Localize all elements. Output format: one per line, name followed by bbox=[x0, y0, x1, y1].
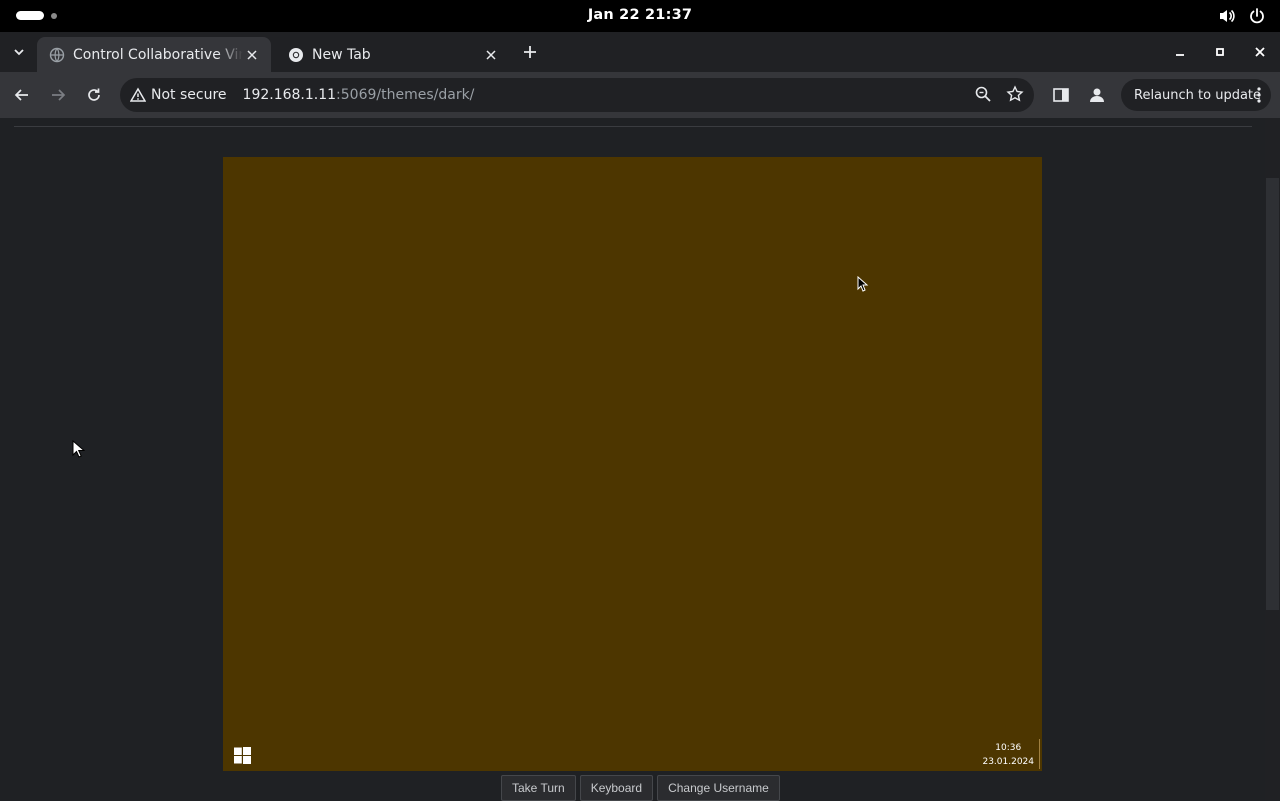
relaunch-to-update-button[interactable]: Relaunch to update bbox=[1121, 79, 1271, 111]
tab-search-button[interactable] bbox=[5, 38, 33, 66]
close-window-button[interactable] bbox=[1240, 32, 1280, 72]
vm-controls: Take Turn Keyboard Change Username bbox=[501, 775, 780, 801]
bookmark-star-icon[interactable] bbox=[1006, 85, 1024, 107]
take-turn-button[interactable]: Take Turn bbox=[501, 775, 576, 801]
vm-screen[interactable]: 10:36 23.01.2024 bbox=[223, 157, 1042, 771]
address-bar[interactable]: Not secure 192.168.1.11:5069/themes/dark… bbox=[120, 78, 1034, 112]
back-arrow-icon bbox=[14, 89, 28, 101]
url-path: :5069/themes/dark/ bbox=[336, 87, 475, 103]
keyboard-button[interactable]: Keyboard bbox=[579, 775, 654, 801]
minimize-icon bbox=[1176, 54, 1184, 56]
reload-icon bbox=[88, 88, 100, 101]
vm-show-desktop[interactable] bbox=[1039, 739, 1040, 769]
system-clock[interactable]: Jan 22 21:37 bbox=[0, 7, 1280, 23]
url-host: 192.168.1.11 bbox=[242, 87, 337, 103]
window-controls bbox=[1160, 32, 1280, 72]
close-tab-icon[interactable] bbox=[482, 46, 500, 64]
windows-start-icon[interactable] bbox=[234, 747, 251, 764]
scrollbar-thumb[interactable] bbox=[1266, 178, 1279, 610]
system-top-bar: Jan 22 21:37 bbox=[0, 0, 1280, 32]
relaunch-label: Relaunch to update bbox=[1134, 87, 1262, 103]
profile-icon bbox=[1090, 88, 1104, 102]
tab-title: New Tab bbox=[312, 46, 371, 63]
more-menu-icon[interactable] bbox=[1257, 87, 1261, 107]
forward-arrow-icon bbox=[52, 89, 66, 101]
zoom-icon[interactable] bbox=[974, 85, 992, 107]
maximize-button[interactable] bbox=[1200, 32, 1240, 72]
side-panel-button[interactable] bbox=[1050, 84, 1072, 106]
close-icon bbox=[1255, 47, 1265, 57]
divider bbox=[14, 126, 1252, 127]
back-button[interactable] bbox=[8, 81, 36, 109]
vm-mouse-cursor-icon bbox=[857, 276, 869, 292]
forward-button[interactable] bbox=[44, 81, 72, 109]
globe-icon bbox=[49, 47, 65, 62]
browser-toolbar: Not secure 192.168.1.11:5069/themes/dark… bbox=[0, 72, 1280, 118]
security-indicator[interactable]: Not secure bbox=[130, 87, 227, 103]
volume-icon[interactable] bbox=[1218, 7, 1236, 25]
system-tray[interactable] bbox=[1218, 7, 1266, 25]
mouse-cursor-icon bbox=[72, 440, 85, 458]
minimize-button[interactable] bbox=[1160, 32, 1200, 72]
power-icon[interactable] bbox=[1248, 7, 1266, 25]
warning-icon bbox=[130, 87, 146, 102]
vm-time: 10:36 bbox=[995, 743, 1022, 753]
tab-strip: Control Collaborative Virtual New Tab bbox=[0, 32, 1280, 72]
tab-new-tab[interactable]: New Tab bbox=[276, 37, 510, 72]
vm-taskbar-clock[interactable]: 10:36 23.01.2024 bbox=[982, 741, 1034, 769]
profile-button[interactable] bbox=[1086, 84, 1108, 106]
new-tab-button[interactable] bbox=[518, 40, 542, 64]
page-scrollbar[interactable] bbox=[1265, 118, 1280, 800]
chrome-icon bbox=[289, 47, 303, 62]
plus-icon bbox=[524, 46, 536, 58]
tab-control-collaborative[interactable]: Control Collaborative Virtual bbox=[37, 37, 271, 72]
vm-date: 23.01.2024 bbox=[982, 757, 1034, 767]
security-label: Not secure bbox=[151, 87, 227, 103]
reload-button[interactable] bbox=[80, 81, 108, 109]
close-tab-icon[interactable] bbox=[243, 46, 261, 64]
change-username-button[interactable]: Change Username bbox=[657, 775, 780, 801]
url-text[interactable]: 192.168.1.11:5069/themes/dark/ bbox=[243, 87, 475, 103]
tab-title: Control Collaborative Virtual bbox=[73, 46, 243, 63]
page-content: 10:36 23.01.2024 Take Turn Keyboard Chan… bbox=[0, 118, 1280, 801]
side-panel-icon bbox=[1053, 88, 1069, 102]
maximize-icon bbox=[1216, 48, 1224, 56]
chevron-down-icon bbox=[14, 49, 24, 56]
